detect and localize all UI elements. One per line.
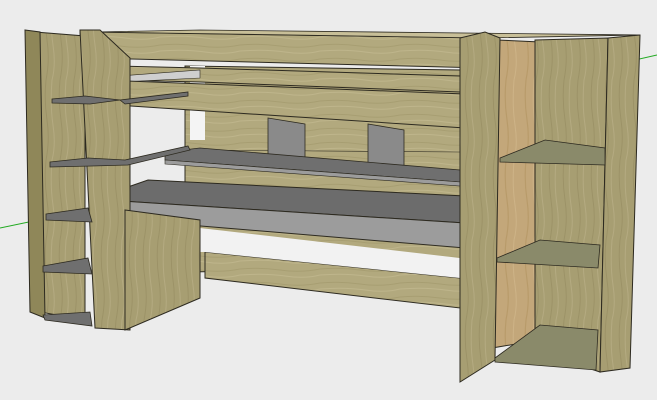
right-bookcase[interactable]	[459, 31, 641, 383]
3d-scene[interactable]	[0, 0, 657, 400]
modeling-viewport[interactable]	[0, 0, 657, 400]
